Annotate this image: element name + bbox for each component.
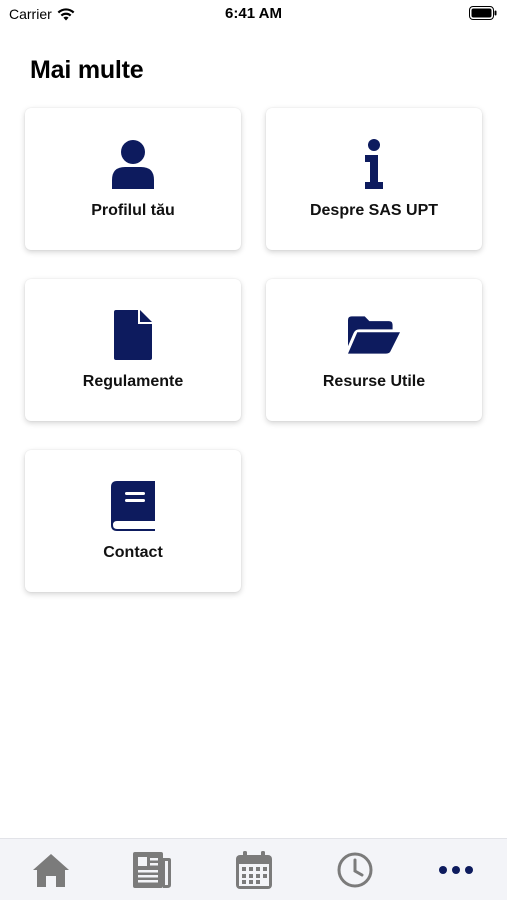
tab-bar bbox=[0, 838, 507, 900]
folder-open-icon bbox=[348, 309, 400, 361]
home-icon bbox=[31, 852, 71, 888]
card-label: Resurse Utile bbox=[322, 373, 426, 390]
card-label: Regulamente bbox=[82, 373, 184, 390]
card-profile[interactable]: Profilul tău bbox=[25, 108, 241, 250]
card-regulations[interactable]: Regulamente bbox=[25, 279, 241, 421]
user-icon bbox=[107, 138, 159, 190]
book-icon bbox=[107, 480, 159, 532]
tab-home[interactable] bbox=[0, 839, 101, 900]
card-label: Profilul tău bbox=[91, 202, 175, 219]
tab-news[interactable] bbox=[101, 839, 202, 900]
page-title: Mai multe bbox=[30, 56, 144, 84]
info-icon bbox=[348, 138, 400, 190]
status-bar: Carrier 6:41 AM bbox=[0, 0, 507, 28]
tab-schedule[interactable] bbox=[304, 839, 405, 900]
card-contact[interactable]: Contact bbox=[25, 450, 241, 592]
status-time: 6:41 AM bbox=[225, 5, 282, 22]
clock-icon bbox=[337, 852, 373, 888]
document-icon bbox=[107, 309, 159, 361]
more-dots-icon bbox=[438, 865, 474, 875]
tab-calendar[interactable] bbox=[203, 839, 304, 900]
card-resources[interactable]: Resurse Utile bbox=[266, 279, 482, 421]
calendar-icon bbox=[235, 850, 272, 889]
tab-more[interactable] bbox=[406, 839, 507, 900]
battery-icon bbox=[469, 6, 497, 20]
card-label: Contact bbox=[103, 544, 163, 561]
card-about[interactable]: Despre SAS UPT bbox=[266, 108, 482, 250]
newspaper-icon bbox=[133, 851, 172, 888]
card-label: Despre SAS UPT bbox=[309, 202, 439, 219]
